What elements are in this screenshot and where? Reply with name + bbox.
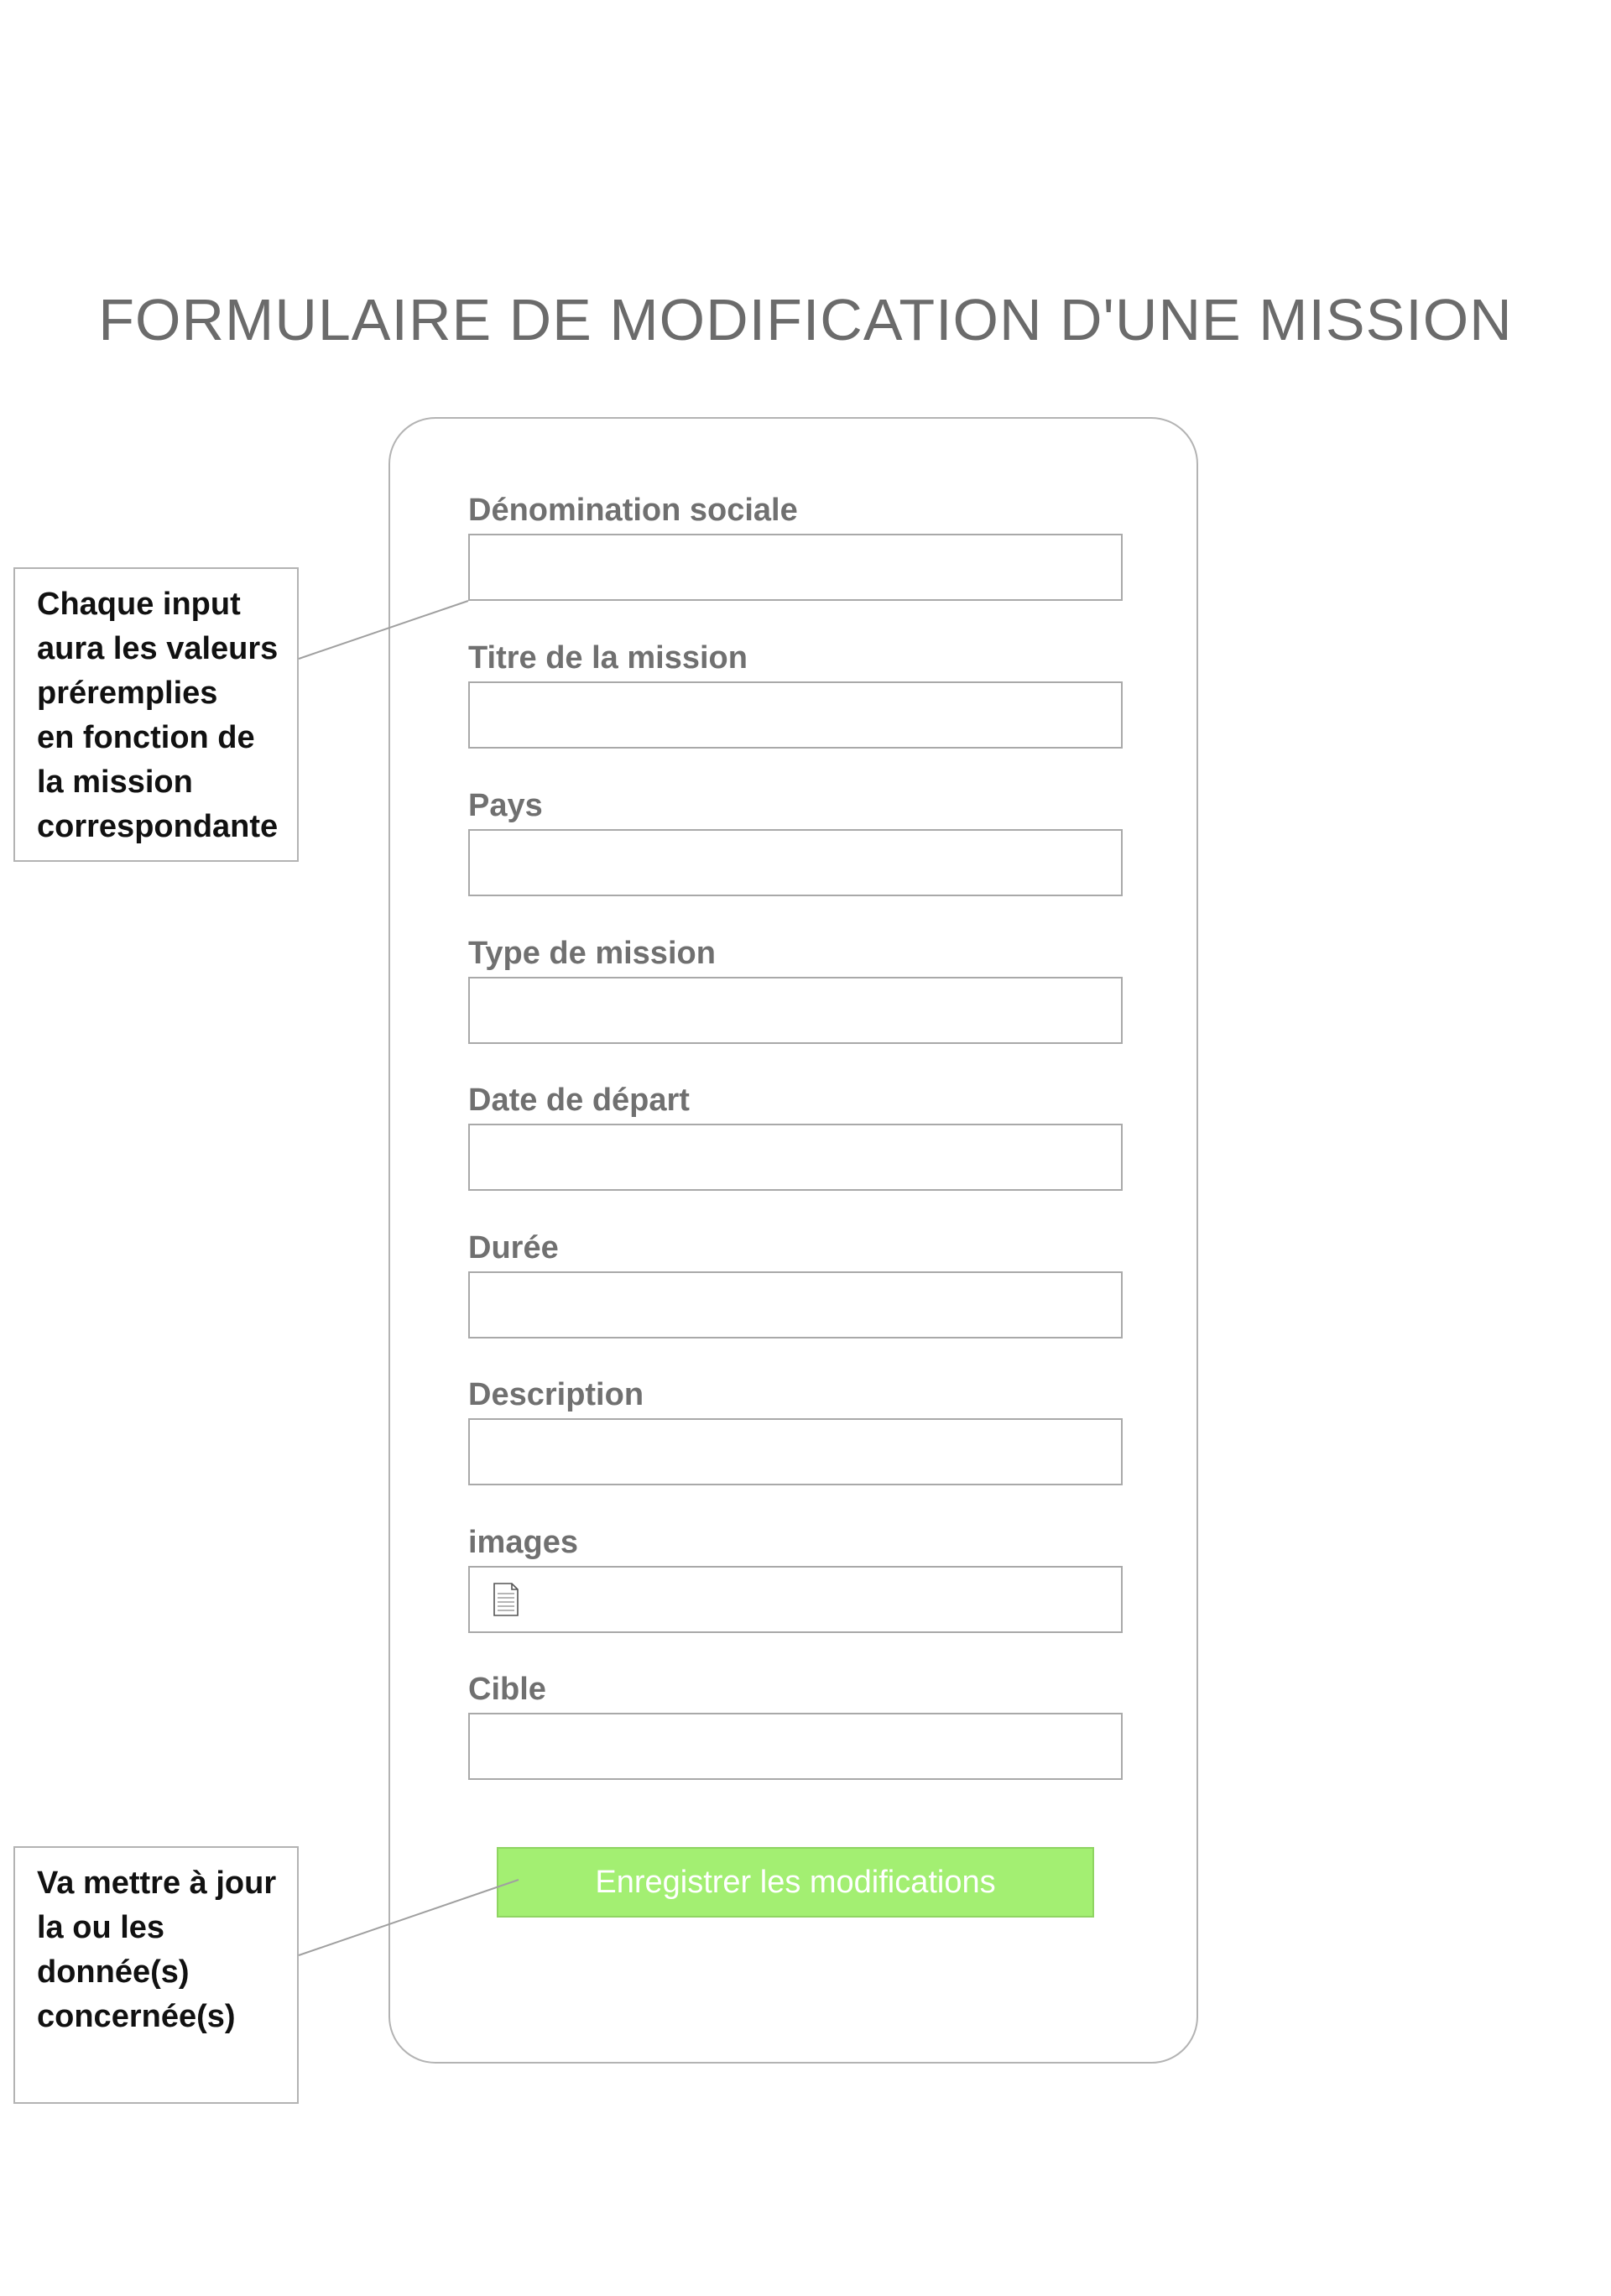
page-title: FORMULAIRE DE MODIFICATION D'UNE MISSION — [98, 287, 1513, 352]
field-label-images: images — [468, 1525, 578, 1560]
date-depart-input[interactable] — [468, 1124, 1123, 1191]
save-changes-button[interactable]: Enregistrer les modifications — [497, 1847, 1094, 1918]
annotation-prefilled-inputs: Chaque input aura les valeurs préremplie… — [13, 567, 299, 862]
field-label-pays: Pays — [468, 788, 543, 823]
cible-input[interactable] — [468, 1713, 1123, 1780]
field-label-duree: Durée — [468, 1230, 559, 1265]
field-label-cible: Cible — [468, 1672, 546, 1707]
field-label-date-depart: Date de départ — [468, 1083, 690, 1118]
annotation-text: Va mettre à jour la ou les donnée(s) con… — [37, 1866, 277, 2034]
annotation-text: Chaque input aura les valeurs préremplie… — [37, 587, 279, 844]
file-icon — [493, 1583, 519, 1616]
images-file-input[interactable] — [468, 1566, 1123, 1633]
titre-input[interactable] — [468, 681, 1123, 749]
wireframe-canvas: FORMULAIRE DE MODIFICATION D'UNE MISSION… — [0, 0, 1611, 2296]
denomination-input[interactable] — [468, 534, 1123, 601]
annotation-save-behavior: Va mettre à jour la ou les donnée(s) con… — [13, 1846, 299, 2104]
duree-input[interactable] — [468, 1271, 1123, 1338]
description-input[interactable] — [468, 1418, 1123, 1485]
field-label-titre: Titre de la mission — [468, 640, 748, 676]
pays-input[interactable] — [468, 829, 1123, 896]
field-label-type: Type de mission — [468, 936, 716, 971]
type-mission-input[interactable] — [468, 977, 1123, 1044]
field-label-denomination: Dénomination sociale — [468, 493, 798, 528]
field-label-description: Description — [468, 1377, 644, 1412]
